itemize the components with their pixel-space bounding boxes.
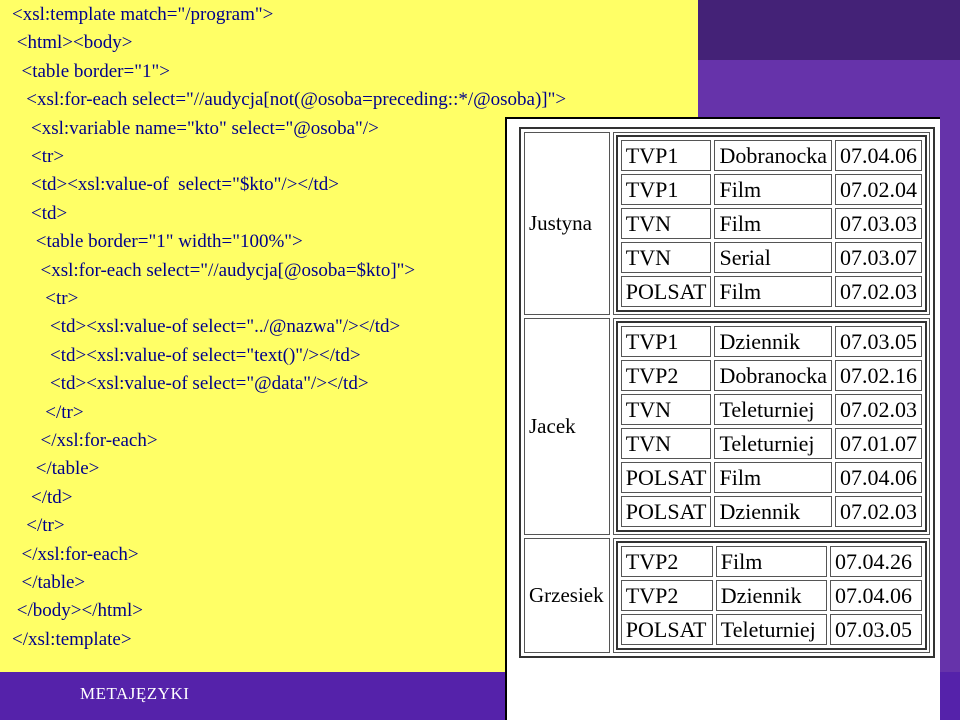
rendered-output-screenshot: Justyna TVP1 Dobranocka 07.04.06 TVP1 Film 07.… bbox=[505, 117, 940, 720]
code-line: <tr> bbox=[12, 288, 79, 309]
code-line: <xsl:for-each select="//audycja[not(@oso… bbox=[12, 89, 567, 111]
person-row: Justyna TVP1 Dobranocka 07.04.06 TVP1 Film 07.… bbox=[524, 132, 930, 315]
inner-table-cell: TVP1 Dziennik 07.03.05 TVP2 Dobranocka 07.02.… bbox=[612, 318, 930, 535]
channel-cell: POLSAT bbox=[620, 462, 712, 493]
code-line: <html><body> bbox=[12, 32, 133, 54]
channel-cell: TVP2 bbox=[620, 580, 713, 611]
code-line: </tr> bbox=[12, 401, 84, 423]
inner-table: TVP2 Film 07.04.26 TVP2 Dziennik 07.04.06 POLS… bbox=[615, 541, 927, 650]
programme-cell: Dziennik bbox=[714, 326, 832, 357]
channel-cell: TVP2 bbox=[620, 360, 712, 391]
inner-table-cell: TVP1 Dobranocka 07.04.06 TVP1 Film 07.02.04 TV… bbox=[612, 132, 930, 315]
channel-cell: TVN bbox=[620, 394, 712, 425]
channel-cell: TVP2 bbox=[620, 546, 713, 577]
channel-cell: POLSAT bbox=[620, 614, 713, 645]
table-row: TVP1 Film 07.02.04 bbox=[620, 174, 922, 205]
date-cell: 07.04.06 bbox=[835, 140, 922, 171]
date-cell: 07.02.04 bbox=[835, 174, 922, 205]
code-line: <xsl:template match="/program"> bbox=[12, 4, 274, 25]
code-line: </xsl:template> bbox=[12, 628, 132, 650]
programme-cell: Dobranocka bbox=[714, 360, 832, 391]
person-name-cell: Justyna bbox=[524, 132, 610, 315]
table-row: TVP2 Dziennik 07.04.06 bbox=[620, 580, 922, 611]
date-cell: 07.04.06 bbox=[835, 462, 922, 493]
programme-cell: Film bbox=[714, 462, 832, 493]
date-cell: 07.02.03 bbox=[835, 276, 922, 307]
date-cell: 07.04.06 bbox=[830, 580, 922, 611]
date-cell: 07.02.16 bbox=[835, 360, 922, 391]
outer-output-table: Justyna TVP1 Dobranocka 07.04.06 TVP1 Film 07.… bbox=[519, 127, 935, 658]
footer-label: METAJĘZYKI bbox=[80, 684, 190, 703]
channel-cell: POLSAT bbox=[620, 496, 712, 527]
table-row: POLSAT Film 07.04.06 bbox=[620, 462, 922, 493]
date-cell: 07.04.26 bbox=[830, 546, 922, 577]
programme-cell: Teleturniej bbox=[715, 614, 827, 645]
code-line: <td> bbox=[12, 202, 68, 224]
slide: METAJĘZYKI <xsl:template match="/program… bbox=[0, 0, 960, 720]
table-row: TVP2 Film 07.04.26 bbox=[620, 546, 922, 577]
code-line: <td><xsl:value-of select="@data"/></td> bbox=[12, 373, 369, 395]
inner-table-cell: TVP2 Film 07.04.26 TVP2 Dziennik 07.04.06 POLS… bbox=[612, 538, 930, 653]
person-name-cell: Grzesiek bbox=[524, 538, 610, 653]
programme-cell: Dziennik bbox=[714, 496, 832, 527]
code-line: <td><xsl:value-of select="text()"/></td> bbox=[12, 344, 361, 366]
code-line: </body></html> bbox=[12, 600, 144, 622]
code-line: </table> bbox=[12, 572, 86, 593]
date-cell: 07.03.07 bbox=[835, 242, 922, 273]
date-cell: 07.03.05 bbox=[835, 326, 922, 357]
programme-cell: Dobranocka bbox=[714, 140, 832, 171]
date-cell: 07.02.03 bbox=[835, 496, 922, 527]
table-row: TVP1 Dobranocka 07.04.06 bbox=[620, 140, 922, 171]
code-line: <table border="1"> bbox=[12, 60, 170, 82]
programme-cell: Teleturniej bbox=[714, 428, 832, 459]
channel-cell: TVN bbox=[620, 208, 712, 239]
table-row: TVN Film 07.03.03 bbox=[620, 208, 922, 239]
programme-cell: Serial bbox=[714, 242, 832, 273]
programme-cell: Film bbox=[714, 276, 832, 307]
channel-cell: TVP1 bbox=[620, 326, 712, 357]
programme-cell: Dziennik bbox=[715, 580, 827, 611]
channel-cell: POLSAT bbox=[620, 276, 712, 307]
programme-cell: Film bbox=[714, 208, 832, 239]
date-cell: 07.01.07 bbox=[835, 428, 922, 459]
programme-cell: Film bbox=[714, 174, 832, 205]
person-row: Jacek TVP1 Dziennik 07.03.05 TVP2 Dobranocka 0… bbox=[524, 318, 930, 535]
table-row: TVP1 Dziennik 07.03.05 bbox=[620, 326, 922, 357]
code-line: <td><xsl:value-of select="$kto"/></td> bbox=[12, 174, 339, 196]
programme-cell: Film bbox=[715, 546, 827, 577]
code-line: <tr> bbox=[12, 146, 65, 167]
date-cell: 07.03.05 bbox=[830, 614, 922, 645]
table-row: POLSAT Film 07.02.03 bbox=[620, 276, 922, 307]
code-line: </td> bbox=[12, 486, 73, 508]
code-line: <td><xsl:value-of select="../@nazwa"/></… bbox=[12, 316, 401, 338]
channel-cell: TVP1 bbox=[620, 174, 712, 205]
table-row: POLSAT Teleturniej 07.03.05 bbox=[620, 614, 922, 645]
inner-table: TVP1 Dziennik 07.03.05 TVP2 Dobranocka 07.02.… bbox=[615, 321, 927, 532]
code-line: <xsl:for-each select="//audycja[@osoba=$… bbox=[12, 259, 416, 281]
right-decor-band-top bbox=[698, 0, 960, 60]
code-line: </xsl:for-each> bbox=[12, 543, 139, 565]
table-row: TVN Teleturniej 07.01.07 bbox=[620, 428, 922, 459]
person-name-cell: Jacek bbox=[524, 318, 610, 535]
channel-cell: TVN bbox=[620, 428, 712, 459]
code-line: </table> bbox=[12, 458, 100, 480]
programme-cell: Teleturniej bbox=[714, 394, 832, 425]
person-row: Grzesiek TVP2 Film 07.04.26 TVP2 Dziennik 07.0… bbox=[524, 538, 930, 653]
channel-cell: TVN bbox=[620, 242, 712, 273]
table-row: TVN Serial 07.03.07 bbox=[620, 242, 922, 273]
table-row: TVP2 Dobranocka 07.02.16 bbox=[620, 360, 922, 391]
code-line: </xsl:for-each> bbox=[12, 430, 158, 451]
date-cell: 07.02.03 bbox=[835, 394, 922, 425]
channel-cell: TVP1 bbox=[620, 140, 712, 171]
code-line: <xsl:variable name="kto" select="@osoba"… bbox=[12, 117, 379, 139]
table-row: POLSAT Dziennik 07.02.03 bbox=[620, 496, 922, 527]
date-cell: 07.03.03 bbox=[835, 208, 922, 239]
inner-table: TVP1 Dobranocka 07.04.06 TVP1 Film 07.02.04 TV… bbox=[615, 135, 927, 312]
code-line: </tr> bbox=[12, 515, 65, 537]
table-row: TVN Teleturniej 07.02.03 bbox=[620, 394, 922, 425]
code-line: <table border="1" width="100%"> bbox=[12, 231, 303, 253]
